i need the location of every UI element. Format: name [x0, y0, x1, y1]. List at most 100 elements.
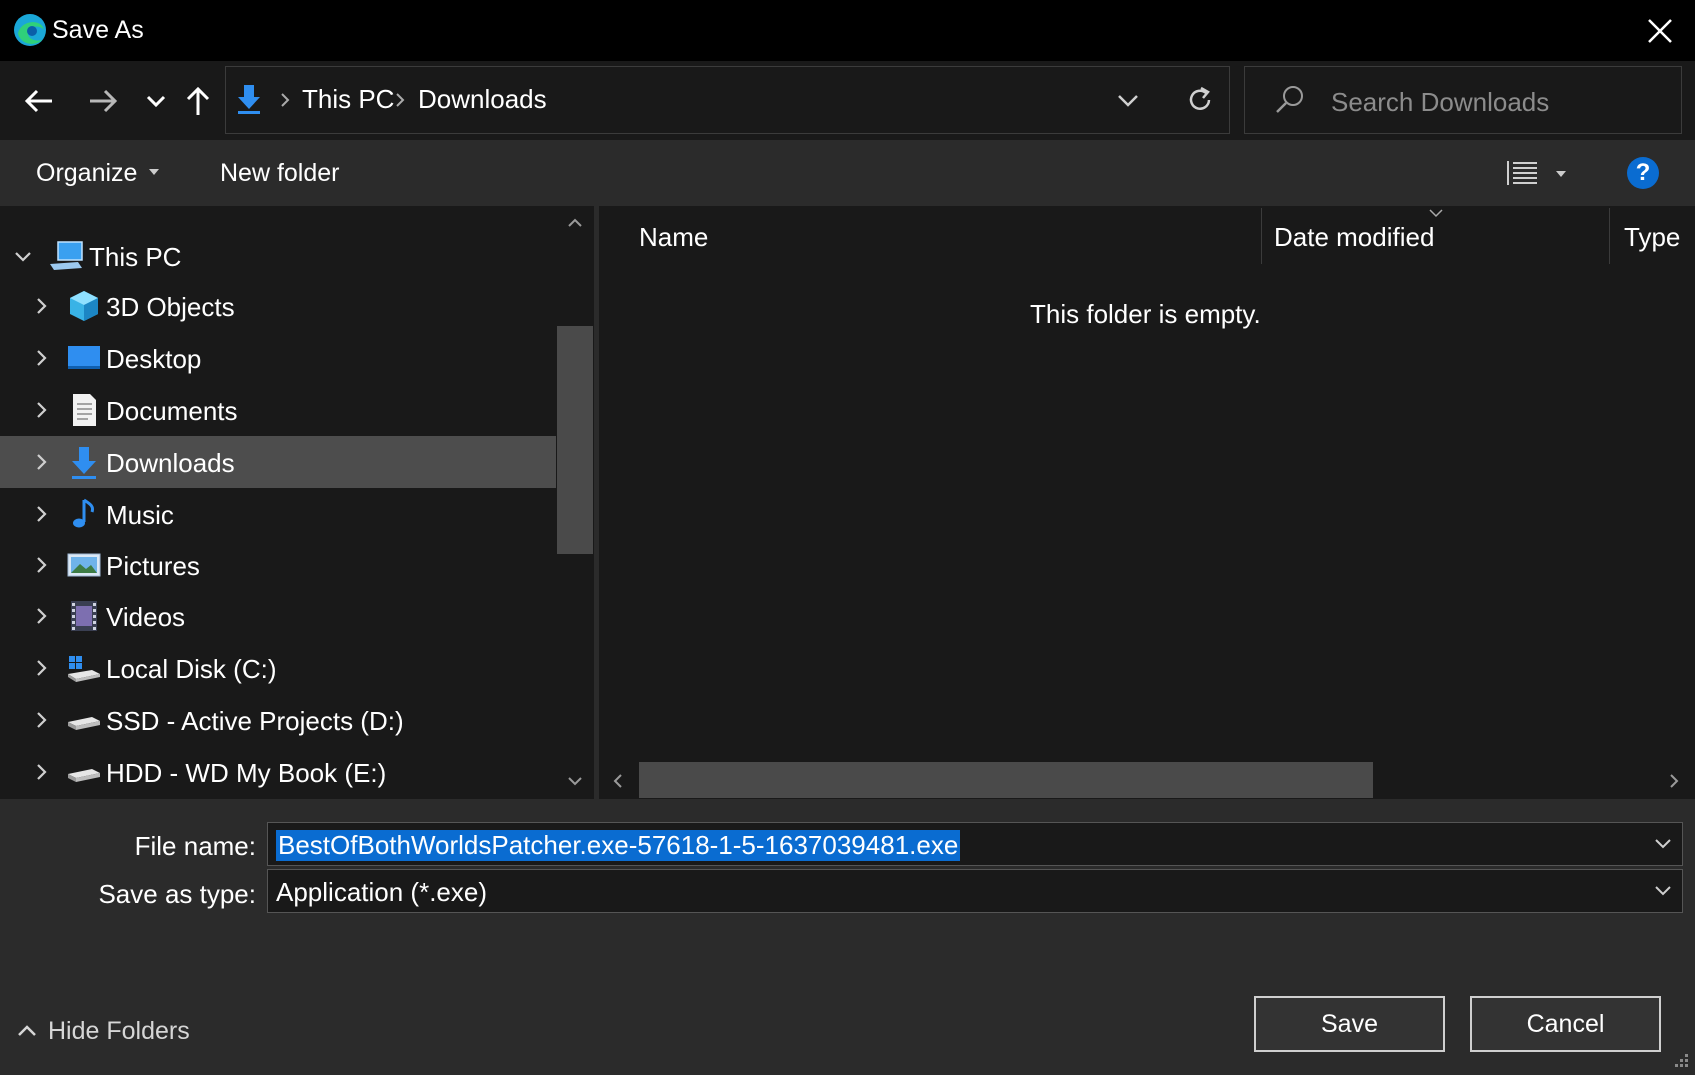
- cancel-button[interactable]: Cancel: [1470, 996, 1661, 1052]
- tree-item-videos[interactable]: Videos: [0, 590, 556, 642]
- column-divider[interactable]: [1261, 208, 1262, 264]
- tree-item-3d-objects[interactable]: 3D Objects: [0, 280, 556, 332]
- tree-item-label: HDD - WD My Book (E:): [106, 758, 387, 788]
- breadcrumb-separator-icon: [281, 93, 290, 107]
- download-icon: [238, 85, 260, 114]
- chevron-right-icon[interactable]: [30, 605, 52, 627]
- file-list-horizontal-scrollbar[interactable]: [599, 761, 1695, 799]
- tree-item-label: Documents: [106, 396, 238, 426]
- tree-item-this-pc[interactable]: This PC: [0, 230, 556, 282]
- chevron-right-icon[interactable]: [30, 295, 52, 317]
- organize-button[interactable]: Organize: [36, 159, 137, 188]
- scrollbar-thumb[interactable]: [639, 762, 1373, 798]
- column-divider[interactable]: [1609, 208, 1610, 264]
- tree-item-desktop[interactable]: Desktop: [0, 332, 556, 384]
- chevron-up-icon: [18, 1025, 36, 1036]
- download-icon: [72, 447, 96, 479]
- chevron-down-icon[interactable]: [1652, 837, 1674, 851]
- desktop-icon: [68, 346, 100, 369]
- forward-arrow-icon[interactable]: [82, 81, 122, 121]
- navigation-bar: This PC Downloads Search Downloads: [0, 61, 1695, 140]
- chevron-right-icon[interactable]: [30, 657, 52, 679]
- column-header-name[interactable]: Name: [639, 222, 708, 284]
- sort-descending-icon: [1429, 209, 1443, 218]
- scroll-right-arrow-icon[interactable]: [1667, 772, 1681, 790]
- chevron-right-icon[interactable]: [30, 399, 52, 421]
- details-view-icon[interactable]: [1505, 158, 1539, 188]
- close-icon[interactable]: [1640, 11, 1680, 51]
- tree-item-music[interactable]: Music: [0, 488, 556, 540]
- cube-icon: [70, 291, 98, 321]
- tree-item-pictures[interactable]: Pictures: [0, 539, 556, 591]
- navigation-pane: This PC 3D Objects Desktop Documents Dow…: [0, 206, 594, 799]
- save-as-type-select[interactable]: Application (*.exe): [267, 869, 1683, 913]
- tree-item-label: Local Disk (C:): [106, 654, 277, 684]
- file-name-field[interactable]: BestOfBothWorldsPatcher.exe-57618-1-5-16…: [267, 822, 1683, 866]
- system-drive-icon: [68, 656, 100, 682]
- scrollbar-thumb[interactable]: [557, 326, 593, 554]
- computer-icon: [50, 241, 83, 270]
- chevron-right-icon[interactable]: [30, 503, 52, 525]
- tree-item-downloads[interactable]: Downloads: [0, 436, 556, 488]
- tree-item-label: SSD - Active Projects (D:): [106, 706, 404, 736]
- chevron-right-icon[interactable]: [30, 761, 52, 783]
- title-bar: Save As: [0, 0, 1695, 61]
- chevron-down-icon[interactable]: [1652, 884, 1674, 898]
- tree-item-label: Downloads: [106, 448, 235, 478]
- hide-folders-label: Hide Folders: [48, 1017, 190, 1045]
- chevron-right-icon[interactable]: [30, 451, 52, 473]
- scroll-down-arrow-icon[interactable]: [566, 774, 584, 788]
- chevron-right-icon[interactable]: [30, 347, 52, 369]
- refresh-icon[interactable]: [1181, 81, 1219, 119]
- save-form: File name: BestOfBothWorldsPatcher.exe-5…: [0, 799, 1695, 1075]
- scroll-left-arrow-icon[interactable]: [611, 772, 625, 790]
- caret-down-icon: [149, 169, 159, 175]
- file-name-label: File name:: [134, 831, 256, 861]
- command-toolbar: Organize New folder ?: [0, 140, 1695, 206]
- resize-grip-icon[interactable]: [1670, 1049, 1690, 1069]
- save-button[interactable]: Save: [1254, 996, 1445, 1052]
- column-header-type[interactable]: Type: [1624, 222, 1680, 284]
- drive-icon: [68, 769, 100, 782]
- tree-item-label: This PC: [89, 242, 182, 272]
- recent-locations-chevron-down-icon[interactable]: [136, 81, 176, 121]
- save-as-type-value: Application (*.exe): [276, 877, 487, 907]
- breadcrumb-downloads[interactable]: Downloads: [418, 84, 547, 115]
- tree-item-local-disk-c[interactable]: Local Disk (C:): [0, 642, 556, 694]
- scroll-up-arrow-icon[interactable]: [566, 216, 584, 230]
- column-header-date-modified[interactable]: Date modified: [1274, 222, 1434, 284]
- save-as-type-label: Save as type:: [98, 879, 256, 909]
- tree-item-label: 3D Objects: [106, 292, 235, 322]
- tree-item-ssd-d[interactable]: SSD - Active Projects (D:): [0, 694, 556, 746]
- file-list-pane: Name Date modified Type This folder is e…: [599, 206, 1695, 799]
- chevron-right-icon[interactable]: [30, 554, 52, 576]
- chevron-down-icon[interactable]: [12, 245, 34, 267]
- tree-vertical-scrollbar[interactable]: [556, 206, 594, 799]
- view-options-caret-icon[interactable]: [1554, 170, 1568, 178]
- search-input[interactable]: Search Downloads: [1331, 87, 1549, 118]
- tree-item-hdd-e[interactable]: HDD - WD My Book (E:): [0, 746, 556, 798]
- drive-icon: [68, 717, 100, 730]
- breadcrumb-separator-icon: [396, 93, 405, 107]
- edge-icon: [14, 14, 46, 46]
- tree-item-label: Music: [106, 500, 174, 530]
- tree-item-label: Videos: [106, 602, 186, 632]
- document-icon: [73, 394, 96, 426]
- up-arrow-icon[interactable]: [178, 81, 218, 121]
- help-button[interactable]: ?: [1627, 157, 1659, 189]
- music-icon: [73, 498, 94, 528]
- address-bar[interactable]: This PC Downloads: [225, 66, 1230, 134]
- window-title: Save As: [52, 16, 144, 44]
- picture-icon: [67, 553, 101, 577]
- file-name-input[interactable]: BestOfBothWorldsPatcher.exe-57618-1-5-16…: [276, 830, 961, 861]
- tree-item-documents[interactable]: Documents: [0, 384, 556, 436]
- video-icon: [71, 601, 97, 631]
- back-arrow-icon[interactable]: [20, 81, 60, 121]
- new-folder-button[interactable]: New folder: [220, 159, 340, 188]
- tree-item-label: Desktop: [106, 344, 202, 374]
- chevron-right-icon[interactable]: [30, 709, 52, 731]
- breadcrumb-this-pc[interactable]: This PC: [302, 84, 394, 115]
- address-dropdown-chevron-icon[interactable]: [1111, 85, 1145, 115]
- search-box[interactable]: Search Downloads: [1244, 66, 1682, 134]
- tree-item-label: Pictures: [106, 551, 200, 581]
